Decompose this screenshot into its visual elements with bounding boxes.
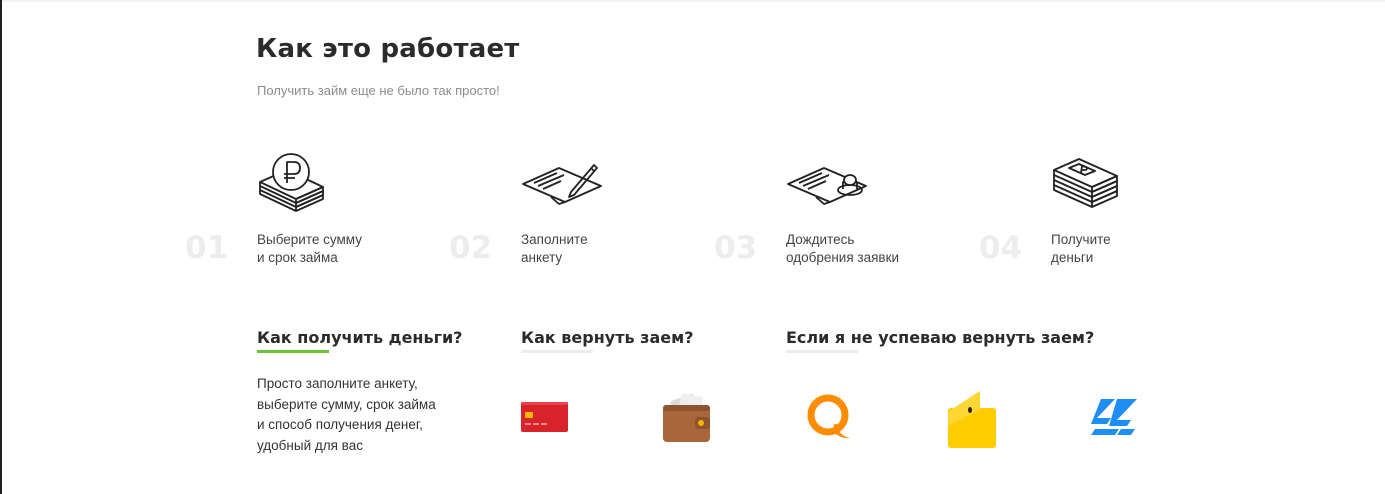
step-caption-line: деньги xyxy=(1051,250,1094,265)
answer-text: Просто заполните анкету, выберите сумму,… xyxy=(257,374,436,456)
step-caption: Дождитесь одобрения заявки xyxy=(786,231,899,267)
bank-card-icon[interactable] xyxy=(520,400,570,439)
answer-line: удобный для вас xyxy=(257,437,363,453)
tab-indicator xyxy=(786,350,858,353)
zolotaya-korona-icon[interactable] xyxy=(1089,396,1139,445)
step-caption-line: и срок займа xyxy=(257,250,338,265)
cash-stack-icon xyxy=(1051,150,1131,220)
step-3: 03 Дождитесь одобрения заявки xyxy=(714,150,986,275)
step-4: 04 Получите деньги xyxy=(979,150,1251,275)
step-caption: Выберите сумму и срок займа xyxy=(257,231,362,267)
step-caption-line: Заполните xyxy=(521,232,588,247)
wallet-icon[interactable] xyxy=(662,391,712,450)
step-number: 02 xyxy=(449,230,493,266)
window-left-border xyxy=(0,0,2,494)
step-number: 03 xyxy=(714,230,758,266)
tab-indicator xyxy=(521,350,593,353)
answer-line: Просто заполните анкету, xyxy=(257,376,418,391)
form-pen-icon xyxy=(521,150,602,220)
step-caption: Получите деньги xyxy=(1051,231,1111,267)
step-2: 02 Заполните анкету xyxy=(449,150,721,275)
answer-line: и способ получения денег, xyxy=(257,417,423,432)
answer-line: выберите сумму, срок займа xyxy=(257,396,436,412)
step-1: 01 Выберите сумму и срок займа xyxy=(185,150,457,275)
tab-how-to-repay[interactable]: Как вернуть заем? xyxy=(521,328,693,347)
step-caption-line: Дождитесь xyxy=(786,232,855,247)
top-divider xyxy=(2,0,1385,2)
ruble-money-icon xyxy=(257,150,337,220)
step-caption: Заполните анкету xyxy=(521,231,588,267)
tab-how-to-get-money[interactable]: Как получить деньги? xyxy=(257,328,462,347)
tab-late-repayment[interactable]: Если я не успеваю вернуть заем? xyxy=(786,328,1094,347)
form-stamp-icon xyxy=(786,150,867,220)
step-caption-line: Выберите сумму xyxy=(257,232,362,247)
qiwi-icon[interactable] xyxy=(805,392,853,447)
step-caption-line: одобрения заявки xyxy=(786,250,900,265)
step-caption-line: анкету xyxy=(521,250,563,265)
step-number: 01 xyxy=(185,230,229,266)
step-caption-line: Получите xyxy=(1051,232,1111,247)
page-title: Как это работает xyxy=(256,34,520,64)
yandex-money-icon[interactable] xyxy=(946,388,998,455)
step-number: 04 xyxy=(979,230,1023,266)
page-subtitle: Получить займ еще не было так просто! xyxy=(257,83,500,98)
tab-active-indicator xyxy=(257,350,329,353)
